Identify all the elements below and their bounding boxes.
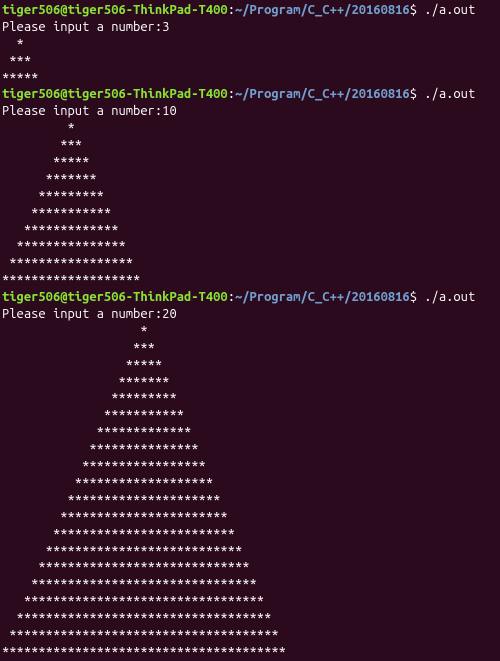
pyramid-row: *********** — [2, 407, 498, 424]
pyramid-row: ************************* — [2, 526, 498, 543]
pyramid-row: ************* — [2, 424, 498, 441]
pyramid-row: *************************************** — [2, 644, 498, 661]
prompt-path: ~/Program/C_C++/20160816 — [235, 87, 410, 101]
pyramid-row: ********************************* — [2, 593, 498, 610]
pyramid-row: *************** — [2, 238, 498, 255]
pyramid-row: ***** — [2, 70, 498, 87]
command-text: ./a.out — [424, 3, 475, 17]
pyramid-row: ********* — [2, 188, 498, 205]
terminal-output[interactable]: tiger506@tiger506-ThinkPad-T400:~/Progra… — [2, 2, 498, 661]
prompt-dollar: $ — [410, 290, 425, 304]
pyramid-row: *** — [2, 137, 498, 154]
pyramid-row: *************** — [2, 441, 498, 458]
prompt-line: tiger506@tiger506-ThinkPad-T400:~/Progra… — [2, 86, 498, 103]
prompt-dollar: $ — [410, 3, 425, 17]
prompt-user-host: tiger506@tiger506-ThinkPad-T400 — [2, 87, 228, 101]
pyramid-row: ******************************* — [2, 576, 498, 593]
pyramid-row: ******* — [2, 374, 498, 391]
pyramid-row: *********************** — [2, 509, 498, 526]
prompt-line: tiger506@tiger506-ThinkPad-T400:~/Progra… — [2, 289, 498, 306]
pyramid-row: ***************************** — [2, 559, 498, 576]
prompt-path: ~/Program/C_C++/20160816 — [235, 3, 410, 17]
pyramid-row: ************************************* — [2, 627, 498, 644]
pyramid-row: ************* — [2, 222, 498, 239]
prompt-user-host: tiger506@tiger506-ThinkPad-T400 — [2, 3, 228, 17]
pyramid-row: ******************* — [2, 475, 498, 492]
program-input-line: Please input a number:3 — [2, 19, 498, 36]
prompt-dollar: $ — [410, 87, 425, 101]
pyramid-row: *** — [2, 340, 498, 357]
prompt-separator: : — [228, 3, 235, 17]
pyramid-row: ***** — [2, 154, 498, 171]
pyramid-row: *************************** — [2, 543, 498, 560]
pyramid-row: ***************** — [2, 255, 498, 272]
pyramid-row: * — [2, 120, 498, 137]
pyramid-row: ******************* — [2, 272, 498, 289]
pyramid-row: ********************* — [2, 492, 498, 509]
prompt-user-host: tiger506@tiger506-ThinkPad-T400 — [2, 290, 228, 304]
pyramid-row: *** — [2, 53, 498, 70]
program-input-line: Please input a number:10 — [2, 103, 498, 120]
pyramid-row: *********** — [2, 205, 498, 222]
pyramid-row: * — [2, 323, 498, 340]
program-input-line: Please input a number:20 — [2, 306, 498, 323]
pyramid-row: *********************************** — [2, 610, 498, 627]
prompt-line: tiger506@tiger506-ThinkPad-T400:~/Progra… — [2, 2, 498, 19]
pyramid-row: * — [2, 36, 498, 53]
prompt-separator: : — [228, 290, 235, 304]
prompt-path: ~/Program/C_C++/20160816 — [235, 290, 410, 304]
command-text: ./a.out — [424, 290, 475, 304]
prompt-separator: : — [228, 87, 235, 101]
command-text: ./a.out — [424, 87, 475, 101]
pyramid-row: ******* — [2, 171, 498, 188]
pyramid-row: ***************** — [2, 458, 498, 475]
pyramid-row: ***** — [2, 357, 498, 374]
pyramid-row: ********* — [2, 390, 498, 407]
